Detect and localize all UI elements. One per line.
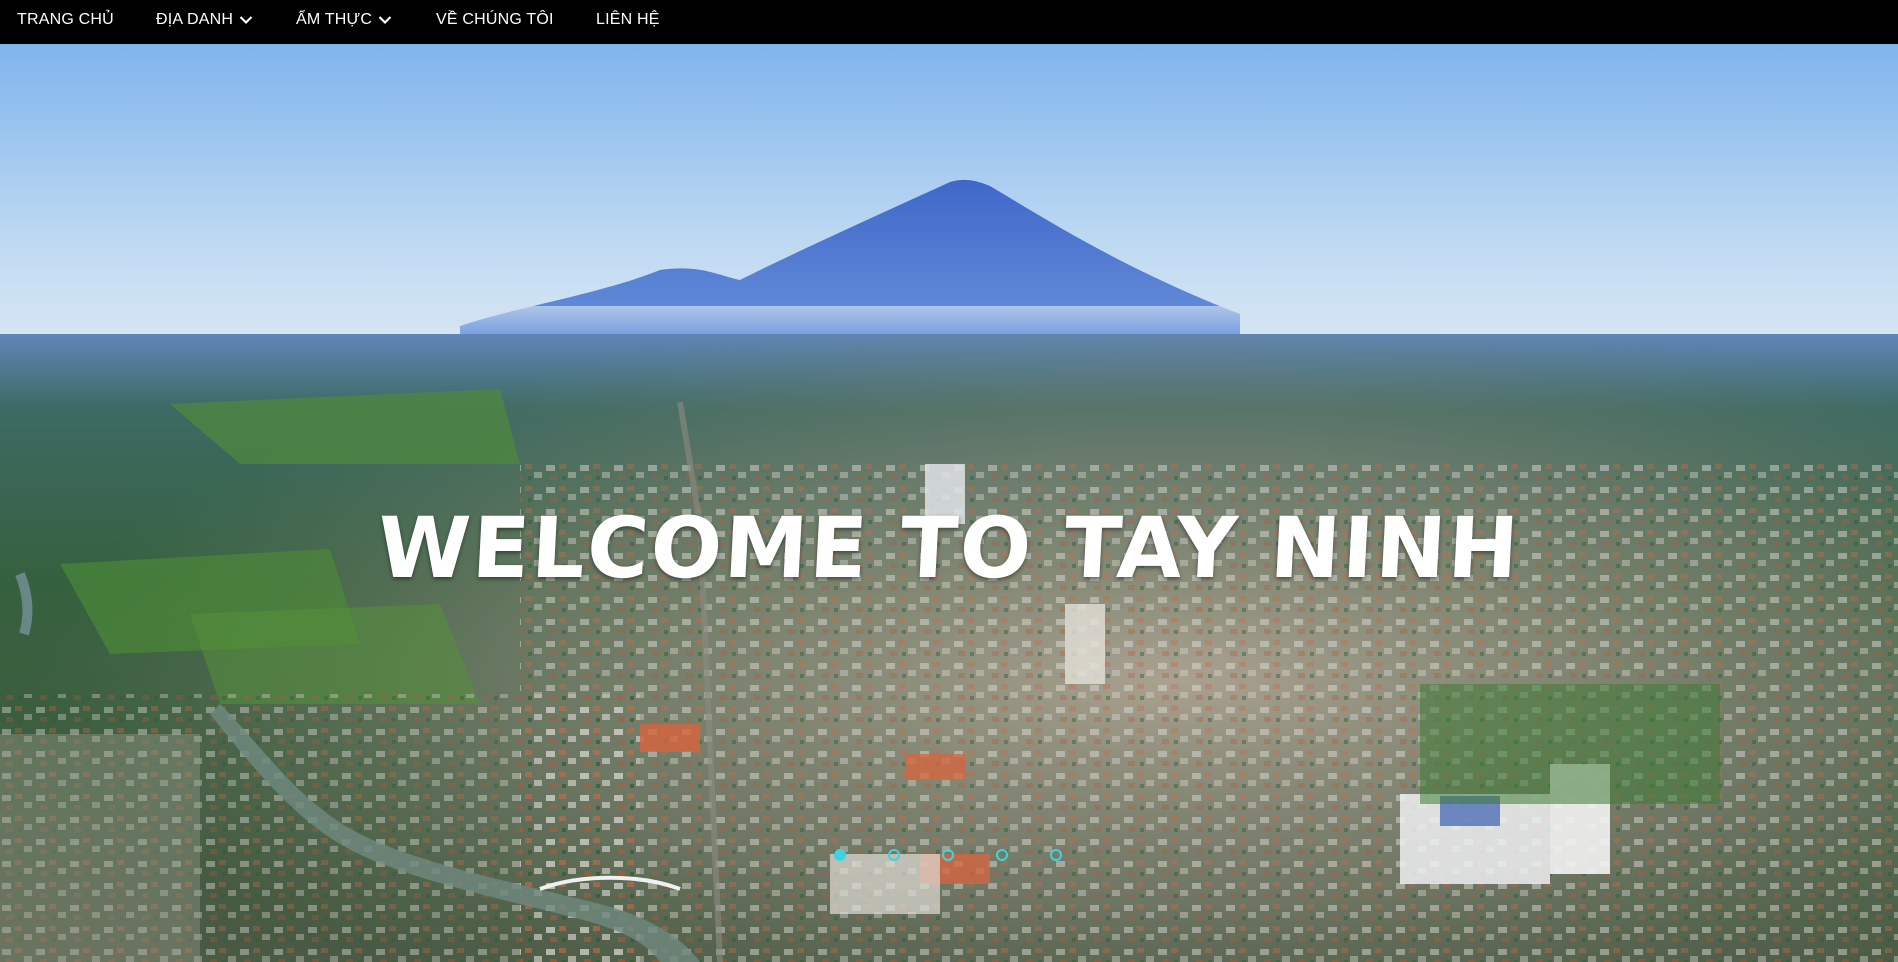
nav-item-trang-chu[interactable]: TRANG CHỦ xyxy=(17,0,114,40)
chevron-down-icon xyxy=(239,16,253,25)
nav-item-am-thuc[interactable]: ẨM THỰC xyxy=(296,0,392,40)
nav-item-ve-chung-toi[interactable]: VỀ CHÚNG TÔI xyxy=(436,0,554,40)
carousel-dot-1[interactable] xyxy=(834,849,846,861)
carousel-dot-5[interactable] xyxy=(1050,849,1062,861)
carousel-dot-3[interactable] xyxy=(942,849,954,861)
top-navbar: TRANG CHỦ ĐỊA DANH ẨM THỰC VỀ CHÚNG TÔI … xyxy=(0,0,1898,44)
hero-slider: WELCOME TO TAY NINH xyxy=(0,44,1898,962)
carousel-dot-4[interactable] xyxy=(996,849,1008,861)
nav-label: TRANG CHỦ xyxy=(17,11,114,28)
chevron-down-icon xyxy=(378,16,392,25)
nav-label: ĐỊA DANH xyxy=(156,11,234,28)
hero-headline: WELCOME TO TAY NINH xyxy=(375,499,1523,597)
nav-item-dia-danh[interactable]: ĐỊA DANH xyxy=(156,0,253,40)
nav-label: LIÊN HỆ xyxy=(596,11,660,28)
nav-label: ẨM THỰC xyxy=(296,11,373,28)
carousel-indicators xyxy=(0,849,1898,865)
carousel-dot-2[interactable] xyxy=(888,849,900,861)
nav-item-lien-he[interactable]: LIÊN HỆ xyxy=(596,0,660,40)
nav-label: VỀ CHÚNG TÔI xyxy=(436,11,554,28)
